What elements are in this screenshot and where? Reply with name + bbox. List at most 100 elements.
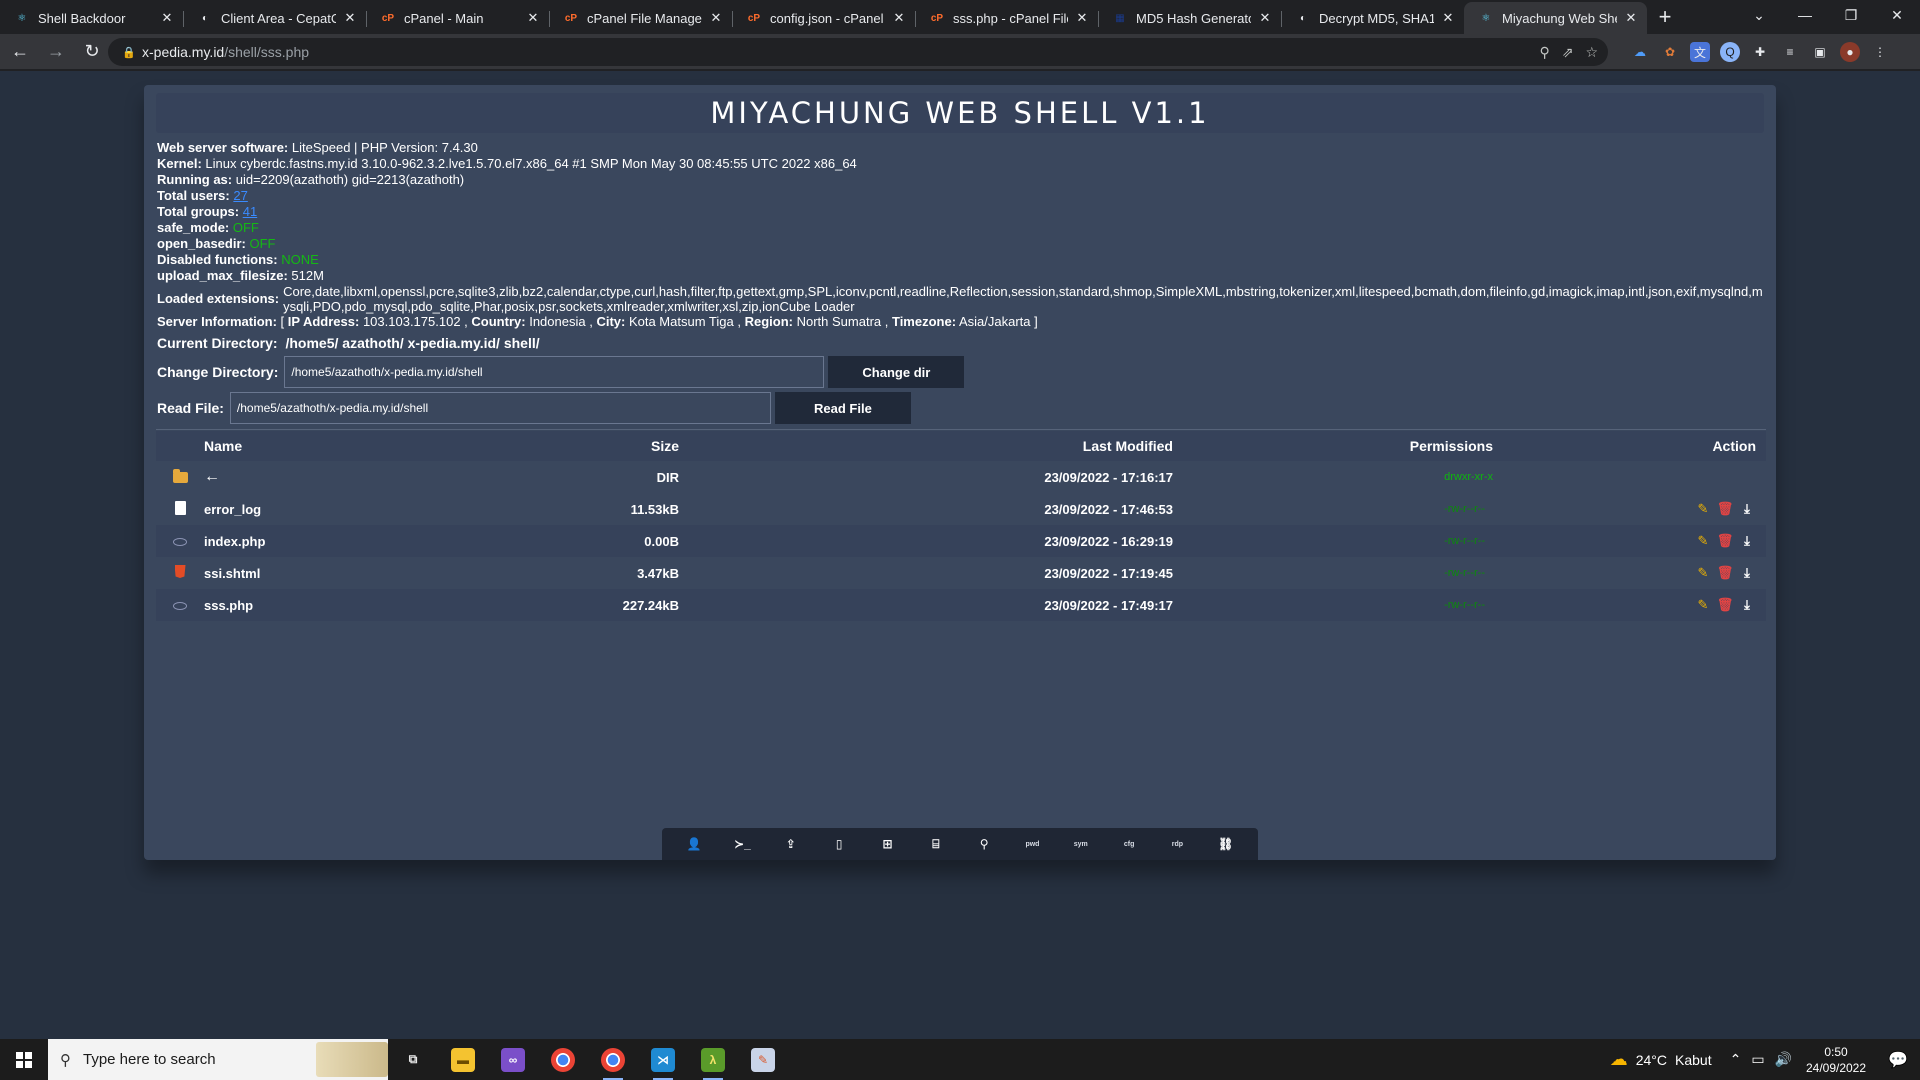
table-row[interactable]: ssi.shtml 3.47kB 23/09/2022 - 17:19:45 -rw-… [156, 557, 1766, 589]
chevron-up-icon[interactable]: ⌃ [1730, 1051, 1742, 1068]
close-tab-icon[interactable]: ✕ [1257, 10, 1273, 26]
file-explorer-button[interactable]: ▬ [438, 1039, 488, 1080]
tab-search-icon[interactable]: ⌄ [1736, 0, 1782, 30]
clock[interactable]: 0:50 24/09/2022 [1796, 1044, 1876, 1076]
address-bar[interactable]: 🔒 x-pedia.my.id/shell/sss.php ⚲ ⇗ ☆ [108, 38, 1608, 66]
browser-tab[interactable]: ⚛ Shell Backdoor ✕ [0, 2, 183, 34]
zoom-icon[interactable]: ⚲ [1539, 44, 1549, 61]
xampp-button[interactable]: λ [688, 1039, 738, 1080]
close-tab-icon[interactable]: ✕ [891, 10, 907, 26]
delete-icon[interactable]: 🗑 [1716, 501, 1734, 517]
restore-icon[interactable]: ❐ [1828, 0, 1874, 30]
side-panel-icon[interactable]: ▣ [1810, 42, 1830, 62]
browser-tab[interactable]: ◐ Client Area - CepatCloud ✕ [183, 2, 366, 34]
lock-icon[interactable]: 🔒 [122, 46, 136, 59]
permissions-cell[interactable]: -rw-r--r-- [1173, 525, 1493, 557]
browser-tab[interactable]: cP config.json - cPanel File Manager ✕ [732, 2, 915, 34]
browser-tab[interactable]: cP cPanel File Manager v3 ✕ [549, 2, 732, 34]
minimize-icon[interactable]: — [1782, 0, 1828, 30]
modified-column-header[interactable]: Last Modified [679, 431, 1173, 461]
taskbar-search[interactable]: ⚲ Type here to search [48, 1039, 388, 1080]
share-icon[interactable]: ⇗ [1562, 44, 1574, 61]
notifications-icon[interactable]: 💬 [1876, 1050, 1920, 1070]
weather-temp[interactable]: 24°C [1636, 1052, 1667, 1068]
table-row-parent[interactable]: ← DIR 23/09/2022 - 17:16:17 drwxr-xr-x [156, 461, 1766, 493]
task-view-button[interactable]: ⧉ [388, 1039, 438, 1080]
hyperlink-icon[interactable]: ⛓ [1214, 832, 1238, 856]
table-row[interactable]: index.php 0.00B 23/09/2022 - 16:29:19 -rw-r… [156, 525, 1766, 557]
search-icon[interactable]: ⚲ [972, 832, 996, 856]
url-text[interactable]: x-pedia.my.id/shell/sss.php [142, 44, 309, 60]
network-icon[interactable]: ▭ [1751, 1051, 1764, 1068]
puzzle-extensions-icon[interactable]: ✚ [1750, 42, 1770, 62]
table-row[interactable]: sss.php 227.24kB 23/09/2022 - 17:49:17 -rw-… [156, 589, 1766, 621]
delete-icon[interactable]: 🗑 [1716, 597, 1734, 613]
edit-icon[interactable]: ✎ [1694, 501, 1712, 517]
close-tab-icon[interactable]: ✕ [1623, 10, 1639, 26]
file-name-link[interactable]: error_log [204, 493, 424, 525]
weather-desc[interactable]: Kabut [1675, 1052, 1712, 1068]
avatar[interactable]: ● [1840, 42, 1860, 62]
delete-icon[interactable]: 🗑 [1716, 565, 1734, 581]
edit-icon[interactable]: ✎ [1694, 565, 1712, 581]
permissions-cell[interactable]: -rw-r--r-- [1173, 557, 1493, 589]
cookie-extension-icon[interactable]: ✿ [1660, 42, 1680, 62]
file-code-icon[interactable]: ⌸ [924, 832, 948, 856]
visual-studio-button[interactable]: ∞ [488, 1039, 538, 1080]
change-dir-button[interactable]: Change dir [828, 356, 965, 388]
browser-tab[interactable]: cP sss.php - cPanel File Manager ✕ [915, 2, 1098, 34]
close-tab-icon[interactable]: ✕ [525, 10, 541, 26]
vscode-button[interactable]: ⋊ [638, 1039, 688, 1080]
read-file-button[interactable]: Read File [774, 392, 911, 424]
passwd-label[interactable]: pwd [1020, 832, 1044, 856]
reload-icon[interactable]: ↻ [76, 36, 108, 68]
browser-tab[interactable]: cP cPanel - Main ✕ [366, 2, 549, 34]
chrome-button[interactable] [538, 1039, 588, 1080]
delete-icon[interactable]: 🗑 [1716, 533, 1734, 549]
permissions-cell[interactable]: drwxr-xr-x [1173, 461, 1493, 493]
menu-kebab-icon[interactable]: ⋮ [1870, 42, 1890, 62]
rdp-label[interactable]: rdp [1165, 832, 1189, 856]
back-arrow-icon[interactable]: ← [204, 468, 220, 485]
read-file-input[interactable] [229, 392, 771, 424]
close-tab-icon[interactable]: ✕ [342, 10, 358, 26]
file-name-link[interactable]: sss.php [204, 589, 424, 621]
total-groups-link[interactable]: 41 [243, 204, 257, 219]
translate-extension-icon[interactable]: 文 [1690, 42, 1710, 62]
current-dir-path[interactable]: /home5/ azathoth/ x-pedia.my.id/ shell/ [285, 335, 539, 351]
close-tab-icon[interactable]: ✕ [1074, 10, 1090, 26]
size-column-header[interactable]: Size [424, 431, 679, 461]
permissions-cell[interactable]: -rw-r--r-- [1173, 493, 1493, 525]
new-tab-button[interactable]: + [1647, 2, 1683, 34]
volume-icon[interactable]: 🔊 [1775, 1051, 1792, 1068]
download-icon[interactable]: ⤓ [1738, 501, 1756, 517]
forward-icon[interactable]: → [40, 36, 72, 68]
edit-icon[interactable]: ✎ [1694, 533, 1712, 549]
name-column-header[interactable]: Name [204, 431, 424, 461]
file-upload-icon[interactable]: ⇪ [779, 832, 803, 856]
search-extension-icon[interactable]: Q [1720, 42, 1740, 62]
change-dir-input[interactable] [284, 356, 825, 388]
close-tab-icon[interactable]: ✕ [159, 10, 175, 26]
close-tab-icon[interactable]: ✕ [1440, 10, 1456, 26]
terminal-icon[interactable]: ≻_ [730, 832, 754, 856]
config-label[interactable]: cfg [1117, 832, 1141, 856]
download-icon[interactable]: ⤓ [1738, 565, 1756, 581]
edit-icon[interactable]: ✎ [1694, 597, 1712, 613]
start-button[interactable] [0, 1039, 48, 1080]
weather-icon[interactable]: ☁ [1610, 1049, 1628, 1070]
reading-list-icon[interactable]: ≡ [1780, 42, 1800, 62]
back-icon[interactable]: ← [4, 36, 36, 68]
download-icon[interactable]: ⤓ [1738, 533, 1756, 549]
browser-tab[interactable]: ▦ MD5 Hash Generator ✕ [1098, 2, 1281, 34]
symlink-label[interactable]: sym [1069, 832, 1093, 856]
permissions-column-header[interactable]: Permissions [1173, 431, 1493, 461]
file-name-link[interactable]: index.php [204, 525, 424, 557]
permissions-cell[interactable]: -rw-r--r-- [1173, 589, 1493, 621]
browser-tab[interactable]: ⚛ Miyachung Web Shell ✕ [1464, 2, 1647, 34]
new-file-icon[interactable]: ▯ [827, 832, 851, 856]
close-window-icon[interactable]: ✕ [1874, 0, 1920, 30]
close-tab-icon[interactable]: ✕ [708, 10, 724, 26]
table-row[interactable]: error_log 11.53kB 23/09/2022 - 17:46:53 -rw… [156, 493, 1766, 525]
browser-tab[interactable]: ◐ Decrypt MD5, SHA1, MySQL ✕ [1281, 2, 1464, 34]
